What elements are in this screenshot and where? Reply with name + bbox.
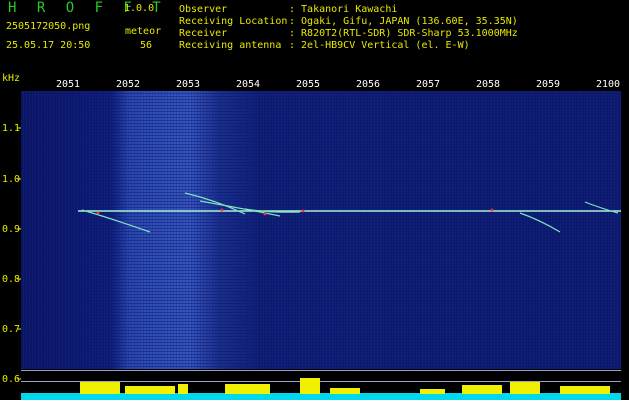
meteor-trace [199, 200, 281, 217]
band-burst [300, 378, 320, 394]
band-burst [330, 388, 360, 394]
band-burst [225, 384, 270, 394]
band-burst [462, 385, 502, 394]
band-burst [560, 386, 610, 394]
band-burst [125, 386, 175, 394]
band-baseline [21, 393, 621, 400]
echo-dot [490, 208, 494, 212]
band-burst [510, 382, 540, 394]
echo-dot [263, 212, 267, 216]
echo-dot [96, 211, 100, 215]
band-bursts [80, 378, 610, 394]
spectrogram-overlay [17, 127, 621, 400]
band-burst [80, 382, 120, 394]
meteor-trace [519, 212, 561, 233]
echo-dot [220, 208, 224, 212]
band-burst [178, 384, 188, 394]
echo-dot [301, 209, 305, 213]
band-burst [420, 389, 445, 394]
meteor-trace [81, 209, 151, 233]
